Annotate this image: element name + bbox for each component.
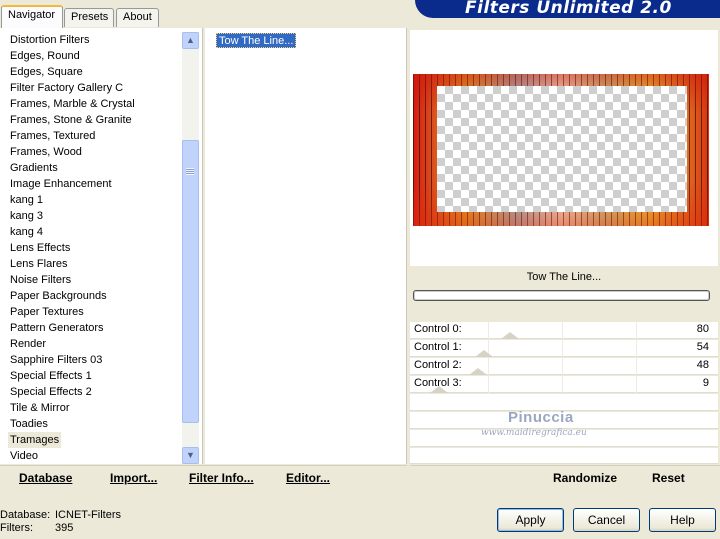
category-item[interactable]: Frames, Textured xyxy=(8,128,97,144)
category-item[interactable]: Lens Flares xyxy=(8,256,69,272)
watermark-name: Pinuccia xyxy=(508,409,574,426)
slider-tick xyxy=(636,358,637,375)
slider-thumb-icon[interactable] xyxy=(474,350,493,357)
category-item[interactable]: Image Enhancement xyxy=(8,176,114,192)
category-item[interactable]: Frames, Wood xyxy=(8,144,84,160)
slider-tick xyxy=(562,340,563,357)
category-item[interactable]: Special Effects 2 xyxy=(8,384,94,400)
category-item[interactable]: kang 1 xyxy=(8,192,45,208)
category-item[interactable]: Render xyxy=(8,336,48,352)
category-item[interactable]: Paper Backgrounds xyxy=(8,288,109,304)
app-banner-title: Filters Unlimited 2.0 xyxy=(415,0,720,18)
empty-control-row xyxy=(410,448,718,464)
randomize-button[interactable]: Randomize xyxy=(553,471,617,485)
reset-button[interactable]: Reset xyxy=(652,471,685,485)
scroll-down-button[interactable]: ▼ xyxy=(182,447,199,464)
category-item[interactable]: Distortion Filters xyxy=(8,32,91,48)
watermark-url: www.maidiregrafica.eu xyxy=(481,428,587,438)
control-label: Control 1: xyxy=(414,341,462,353)
scroll-grip-icon xyxy=(186,168,194,175)
slider-tick xyxy=(488,376,489,393)
category-item[interactable]: Toadies xyxy=(8,416,50,432)
control-slider-row[interactable]: Control 2: 48 xyxy=(410,358,718,375)
category-item[interactable]: Lens Effects xyxy=(8,240,72,256)
apply-button[interactable]: Apply xyxy=(497,508,564,532)
category-item[interactable]: Frames, Marble & Crystal xyxy=(8,96,137,112)
editor-button[interactable]: Editor... xyxy=(286,471,330,485)
control-slider-row[interactable]: Control 3: 9 xyxy=(410,376,718,393)
control-value: 80 xyxy=(696,323,709,335)
scroll-thumb[interactable] xyxy=(182,140,199,423)
control-label: Control 3: xyxy=(414,377,462,389)
category-item[interactable]: kang 4 xyxy=(8,224,45,240)
category-item[interactable]: Paper Textures xyxy=(8,304,86,320)
scroll-up-button[interactable]: ▲ xyxy=(182,32,199,49)
control-slider-row[interactable]: Control 1: 54 xyxy=(410,340,718,357)
category-item[interactable]: Edges, Round xyxy=(8,48,82,64)
category-scrollbar[interactable]: ▲ ▼ xyxy=(182,32,199,464)
slider-thumb-icon[interactable] xyxy=(500,332,519,339)
category-item[interactable]: Pattern Generators xyxy=(8,320,106,336)
slider-tick xyxy=(562,376,563,393)
filters-count: 395 xyxy=(55,522,74,534)
category-item[interactable]: Edges, Square xyxy=(8,64,85,80)
current-filter-name: Tow The Line... xyxy=(526,271,602,283)
tab-navigator[interactable]: Navigator xyxy=(1,5,63,28)
tab-presets[interactable]: Presets xyxy=(64,8,114,27)
database-value: ICNET-Filters xyxy=(55,509,121,521)
category-item[interactable]: Tramages xyxy=(8,432,62,448)
filter-item-selected[interactable]: Tow The Line... xyxy=(216,33,297,48)
category-item[interactable]: Frames, Stone & Granite xyxy=(8,112,134,128)
database-label: Database: xyxy=(0,509,51,521)
transparent-checkerboard xyxy=(437,86,687,212)
cancel-button[interactable]: Cancel xyxy=(573,508,640,532)
control-value: 54 xyxy=(696,341,709,353)
slider-tick xyxy=(562,322,563,339)
category-item[interactable]: Filter Factory Gallery C xyxy=(8,80,125,96)
category-item[interactable]: kang 3 xyxy=(8,208,45,224)
tab-about[interactable]: About xyxy=(116,8,159,27)
category-item[interactable]: Tile & Mirror xyxy=(8,400,71,416)
slider-tick xyxy=(636,322,637,339)
filter-info-button[interactable]: Filter Info... xyxy=(189,471,254,485)
slider-thumb-icon[interactable] xyxy=(469,368,488,375)
category-item[interactable]: Sapphire Filters 03 xyxy=(8,352,104,368)
help-button[interactable]: Help xyxy=(649,508,716,532)
filters-label: Filters: xyxy=(0,522,33,534)
control-label: Control 2: xyxy=(414,359,462,371)
category-item[interactable]: Noise Filters xyxy=(8,272,73,288)
database-button[interactable]: Database xyxy=(19,471,72,485)
control-value: 9 xyxy=(702,377,709,389)
slider-tick xyxy=(488,358,489,375)
progress-bar xyxy=(413,290,710,301)
filter-list[interactable]: Tow The Line... xyxy=(205,28,407,464)
slider-tick xyxy=(562,358,563,375)
control-label: Control 0: xyxy=(414,323,462,335)
control-slider-row[interactable]: Control 0: 80 xyxy=(410,322,718,339)
category-item[interactable]: Video xyxy=(8,448,40,464)
category-list[interactable]: Distortion Filters Edges, Round Edges, Squ… xyxy=(0,28,203,464)
import-button[interactable]: Import... xyxy=(110,471,157,485)
control-value: 48 xyxy=(696,359,709,371)
category-item[interactable]: Gradients xyxy=(8,160,60,176)
category-item[interactable]: Special Effects 1 xyxy=(8,368,94,384)
slider-tick xyxy=(636,340,637,357)
slider-tick xyxy=(488,322,489,339)
slider-tick xyxy=(636,376,637,393)
